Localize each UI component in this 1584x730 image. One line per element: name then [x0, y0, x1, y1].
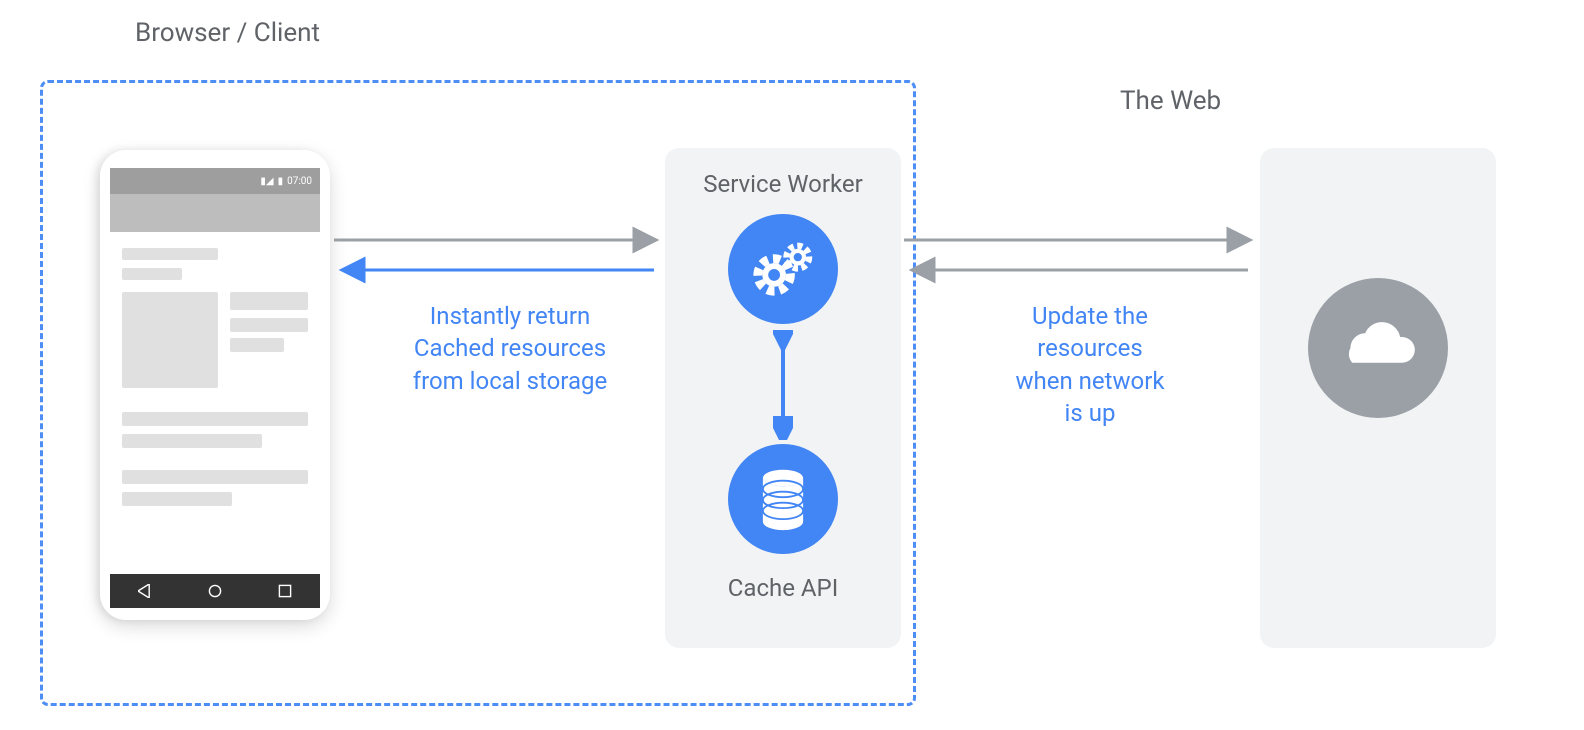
service-worker-panel: Service Worker — [665, 148, 901, 648]
label-the-web: The Web — [1120, 86, 1221, 116]
phone-content — [122, 242, 308, 564]
database-icon — [728, 444, 838, 554]
label-browser-client: Browser / Client — [135, 18, 320, 48]
arrow-sw-cache — [773, 330, 793, 440]
phone-status-bar: ▮◢ ▮ 07:00 — [110, 168, 320, 194]
phone-app-bar — [110, 194, 320, 232]
phone-device: ▮◢ ▮ 07:00 — [100, 150, 330, 620]
arrows-sw-web — [904, 226, 1258, 286]
nav-back-icon — [138, 584, 152, 598]
nav-recent-icon — [278, 584, 292, 598]
cloud-icon — [1308, 278, 1448, 418]
caption-cache-return: Instantly return Cached resources from l… — [380, 300, 640, 397]
gears-icon — [728, 214, 838, 324]
arrows-client-sw — [334, 226, 664, 286]
phone-nav-bar — [110, 574, 320, 608]
caption-network-update: Update the resources when network is up — [1000, 300, 1180, 430]
battery-icon: ▮ — [278, 176, 284, 187]
label-cache-api: Cache API — [665, 574, 901, 602]
nav-home-icon — [208, 584, 222, 598]
signal-icon: ▮◢ — [260, 176, 273, 187]
label-service-worker: Service Worker — [665, 170, 901, 198]
phone-clock: 07:00 — [287, 176, 312, 187]
web-panel — [1260, 148, 1496, 648]
